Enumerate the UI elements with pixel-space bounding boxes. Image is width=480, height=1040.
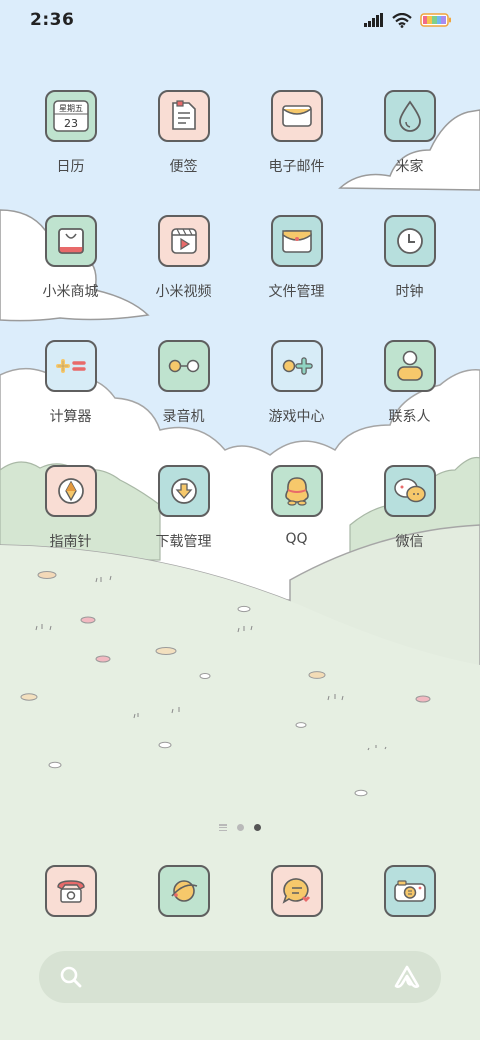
search-icon[interactable] <box>59 965 83 989</box>
app-notes[interactable]: 便签 <box>127 90 240 215</box>
search-bar[interactable] <box>39 951 441 1003</box>
app-label: 下载管理 <box>155 534 212 550</box>
app-qq[interactable]: QQ <box>240 465 353 590</box>
wifi-icon <box>392 12 412 28</box>
page-dot-active[interactable] <box>254 824 261 831</box>
app-calculator-tile[interactable] <box>44 340 97 392</box>
app-row: 指南针 下载管理 QQ 微信 <box>14 465 466 590</box>
game-icon <box>282 357 313 375</box>
status-icons <box>364 12 452 28</box>
calendar-icon: 星期五 23 <box>52 100 89 132</box>
app-file-manager-tile[interactable] <box>270 215 323 267</box>
app-compass-tile[interactable] <box>44 465 97 517</box>
app-label: 文件管理 <box>268 284 325 300</box>
app-compass[interactable]: 指南针 <box>14 465 127 590</box>
app-downloads-tile[interactable] <box>157 465 210 517</box>
app-mi-store-tile[interactable] <box>44 215 97 267</box>
app-label: 联系人 <box>388 409 431 425</box>
app-row: 星期五 23 日历 便签 电子邮件 米家 <box>14 90 466 215</box>
app-label: 游戏中心 <box>268 409 325 425</box>
status-time: 2:36 <box>30 10 75 30</box>
page-dot[interactable] <box>237 824 244 831</box>
calendar-date: 23 <box>64 117 78 130</box>
browser-icon <box>170 880 197 902</box>
wechat-icon <box>393 478 426 503</box>
app-label: 小米商城 <box>42 284 99 300</box>
app-contacts[interactable]: 联系人 <box>353 340 466 465</box>
dock-phone[interactable] <box>14 865 127 917</box>
phone-icon <box>56 880 85 903</box>
app-file-manager[interactable]: 文件管理 <box>240 215 353 340</box>
app-label: 便签 <box>169 159 198 175</box>
battery-icon <box>420 13 451 27</box>
app-game-center[interactable]: 游戏中心 <box>240 340 353 465</box>
app-label: 微信 <box>395 534 424 550</box>
notes-icon <box>171 100 196 130</box>
home-page-lines-icon[interactable] <box>219 824 227 831</box>
app-downloads[interactable]: 下载管理 <box>127 465 240 590</box>
app-recorder[interactable]: 录音机 <box>127 340 240 465</box>
app-label: 时钟 <box>395 284 424 300</box>
app-email[interactable]: 电子邮件 <box>240 90 353 215</box>
contact-icon <box>396 350 423 381</box>
app-calculator[interactable]: 计算器 <box>14 340 127 465</box>
app-qq-tile[interactable] <box>270 465 323 517</box>
app-label: 录音机 <box>162 409 205 425</box>
app-mi-video-tile[interactable] <box>157 215 210 267</box>
app-grid: 星期五 23 日历 便签 电子邮件 米家 小米商城 小米视频 文件管理 时钟 计… <box>14 90 466 590</box>
app-clock-tile[interactable] <box>383 215 436 267</box>
app-notes-tile[interactable] <box>157 90 210 142</box>
dock-browser[interactable] <box>127 865 240 917</box>
app-mi-video[interactable]: 小米视频 <box>127 215 240 340</box>
app-mi-store[interactable]: 小米商城 <box>14 215 127 340</box>
signal-icon <box>364 13 383 27</box>
app-row: 小米商城 小米视频 文件管理 时钟 <box>14 215 466 340</box>
shopping-bag-icon <box>57 228 84 254</box>
message-icon <box>282 878 310 904</box>
dock-camera-tile[interactable] <box>383 865 436 917</box>
app-label: 小米视频 <box>155 284 212 300</box>
dock <box>14 865 466 917</box>
email-icon <box>281 105 312 127</box>
download-icon <box>170 478 197 504</box>
dock-camera[interactable] <box>353 865 466 917</box>
app-label: 计算器 <box>49 409 92 425</box>
app-mijia[interactable]: 米家 <box>353 90 466 215</box>
water-drop-icon <box>398 100 421 132</box>
app-email-tile[interactable] <box>270 90 323 142</box>
app-wechat[interactable]: 微信 <box>353 465 466 590</box>
app-label: QQ <box>285 531 308 547</box>
dock-phone-tile[interactable] <box>44 865 97 917</box>
app-row: 计算器 录音机 游戏中心 联系人 <box>14 340 466 465</box>
dock-browser-tile[interactable] <box>157 865 210 917</box>
app-wechat-tile[interactable] <box>383 465 436 517</box>
folder-icon <box>281 230 312 253</box>
app-mijia-tile[interactable] <box>383 90 436 142</box>
app-game-center-tile[interactable] <box>270 340 323 392</box>
assistant-icon[interactable] <box>393 964 421 990</box>
app-calendar-tile[interactable]: 星期五 23 <box>44 90 97 142</box>
app-label: 指南针 <box>49 534 92 550</box>
clock-icon <box>396 228 423 254</box>
app-clock[interactable]: 时钟 <box>353 215 466 340</box>
app-recorder-tile[interactable] <box>157 340 210 392</box>
camera-icon <box>393 880 426 902</box>
calendar-weekday: 星期五 <box>59 104 83 113</box>
dock-messages[interactable] <box>240 865 353 917</box>
app-label: 电子邮件 <box>268 159 325 175</box>
calculator-icon <box>55 359 86 373</box>
status-bar: 2:36 <box>0 0 480 40</box>
app-calendar[interactable]: 星期五 23 日历 <box>14 90 127 215</box>
video-icon <box>170 228 197 254</box>
page-indicator[interactable] <box>0 824 480 831</box>
app-contacts-tile[interactable] <box>383 340 436 392</box>
compass-icon <box>57 478 84 504</box>
app-label: 米家 <box>395 159 424 175</box>
qq-icon <box>284 477 309 506</box>
app-label: 日历 <box>56 159 85 175</box>
dock-messages-tile[interactable] <box>270 865 323 917</box>
recorder-icon <box>168 359 199 373</box>
